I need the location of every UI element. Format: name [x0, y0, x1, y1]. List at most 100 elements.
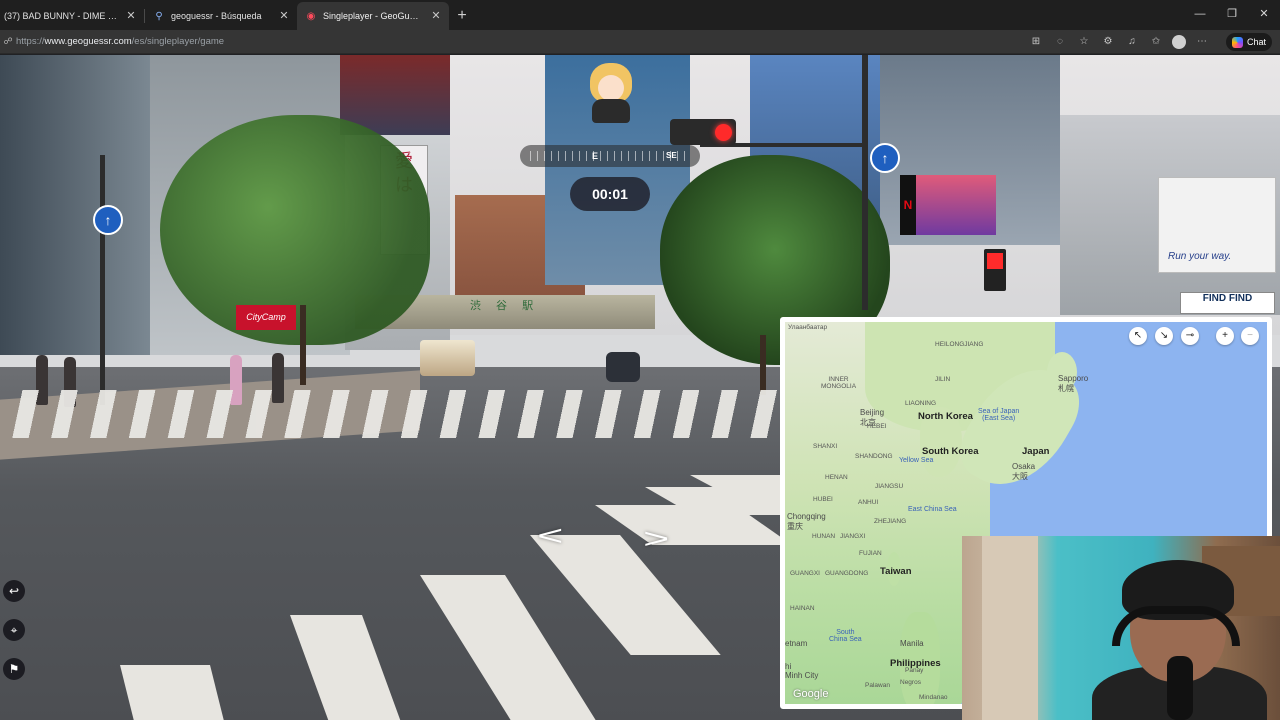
window-controls: — ❐ ✕ — [1184, 0, 1280, 28]
move-right-arrow-icon[interactable]: > — [643, 523, 669, 555]
map-label: Osaka 大阪 — [1012, 462, 1036, 481]
map-label: HUNAN — [812, 533, 836, 540]
favorites-icon[interactable]: ✩ — [1148, 34, 1164, 50]
map-label: Japan — [1022, 446, 1050, 457]
favorite-icon[interactable]: ☆ — [1076, 34, 1092, 50]
map-label: LIAONING — [905, 400, 937, 407]
map-label: etnam — [785, 639, 808, 648]
undo-icon: ↩ — [8, 584, 20, 598]
map-label: GUANGDONG — [825, 570, 869, 577]
map-label: Manila — [900, 639, 924, 648]
pole — [100, 155, 105, 405]
store-sign: CityCamp — [236, 305, 296, 330]
map-expand-icon[interactable]: ↖ — [1129, 327, 1147, 345]
map-shrink-icon[interactable]: ↘ — [1155, 327, 1173, 345]
webcam-background-door — [982, 536, 1038, 720]
restore-icon[interactable]: ❐ — [1216, 0, 1248, 28]
read-aloud-icon[interactable]: ◌ — [1052, 34, 1068, 50]
map-label: HUBEI — [813, 496, 833, 503]
zoom-in-icon[interactable]: + — [1216, 327, 1234, 345]
map-label: Sapporo 札幌 — [1058, 374, 1089, 393]
billboard — [916, 175, 996, 235]
close-tab-icon[interactable]: ✕ — [124, 9, 138, 23]
map-label: North Korea — [918, 411, 973, 422]
car — [606, 352, 640, 382]
tab-title: geoguessr - Búsqueda — [171, 11, 262, 21]
address-actions: ⊞ ◌ ☆ ⚙ ♫ ✩ ⋯ — [1028, 34, 1210, 50]
more-icon[interactable]: ⋯ — [1194, 34, 1210, 50]
map-label: SHANDONG — [855, 453, 893, 460]
map-label: South China Sea — [829, 629, 862, 643]
map-label: Sea of Japan (East Sea) — [978, 408, 1020, 422]
address-bar[interactable]: ☍ https://www.geoguessr.com/es/singlepla… — [0, 30, 1280, 54]
map-label: Palawan — [865, 682, 890, 689]
map-label: Улаанбаатар — [788, 324, 828, 331]
map-label: Yellow Sea — [899, 457, 934, 464]
map-label: Mindanao — [919, 694, 948, 701]
map-label: HENAN — [825, 474, 848, 481]
map-label: HEILONGJIANG — [935, 341, 984, 348]
new-tab-button[interactable]: + — [449, 2, 475, 30]
map-label: FUJIAN — [859, 550, 882, 557]
close-tab-icon[interactable]: ✕ — [429, 9, 443, 23]
map-label: Negros — [900, 679, 921, 686]
webcam-overlay — [962, 536, 1280, 720]
tab-title: Singleplayer - GeoGuessr — [323, 11, 423, 21]
compass-label-e: E — [592, 151, 599, 161]
move-left-arrow-icon[interactable]: < — [537, 520, 563, 552]
map-label: South Korea — [922, 446, 979, 457]
tab-geoguessr[interactable]: ◉ Singleplayer - GeoGuessr ✕ — [297, 2, 449, 30]
browser-tab-bar: (37) BAD BUNNY - DIME SI TE ACUERDAS ✕ ⚲… — [0, 0, 1280, 30]
app-icon[interactable]: ⊞ — [1028, 34, 1044, 50]
location-pin-icon: ◉ — [306, 10, 316, 22]
bridge-sign: 渋 谷 駅 — [470, 300, 540, 312]
tab-music[interactable]: (37) BAD BUNNY - DIME SI TE ACUERDAS ✕ — [0, 2, 144, 30]
map-label: GUANGXI — [790, 570, 820, 577]
return-to-start-button[interactable]: ↩ — [3, 580, 25, 602]
round-timer: 00:01 — [570, 177, 650, 211]
minimize-icon[interactable]: — — [1184, 0, 1216, 28]
bus — [420, 340, 475, 376]
url-prefix: https:// — [16, 36, 45, 47]
tab-search[interactable]: ⚲ geoguessr - Búsqueda ✕ — [145, 2, 297, 30]
close-window-icon[interactable]: ✕ — [1248, 0, 1280, 28]
player-avatar-body — [592, 99, 630, 123]
flag-button[interactable]: ⚑ — [3, 658, 25, 680]
findfind-sign: FIND FIND — [1180, 292, 1275, 314]
map-label: Taiwan — [880, 566, 912, 577]
pole — [862, 55, 868, 310]
zoom-out-icon[interactable]: − — [1241, 327, 1259, 345]
url-field[interactable]: https://www.geoguessr.com/es/singleplaye… — [16, 36, 224, 47]
copilot-chat-button[interactable]: Chat — [1225, 33, 1272, 51]
flag-icon: ⚑ — [8, 662, 20, 676]
billboard-tagline: Run your way. — [1168, 251, 1232, 262]
extensions-icon[interactable]: ⚙ — [1100, 34, 1116, 50]
player-avatar-face — [598, 75, 624, 101]
copilot-icon — [1231, 36, 1243, 48]
map-label: ANHUI — [858, 499, 879, 506]
close-tab-icon[interactable]: ✕ — [277, 9, 291, 23]
map-label: hi Minh City — [785, 662, 819, 680]
media-icon[interactable]: ♫ — [1124, 34, 1140, 50]
profile-avatar[interactable] — [1172, 35, 1186, 49]
crosswalk-stripe — [120, 665, 228, 720]
compass-label-se: SE — [666, 151, 677, 160]
lock-icon[interactable]: ☍ — [0, 36, 16, 47]
tab-title: (37) BAD BUNNY - DIME SI TE ACUERDAS — [4, 11, 118, 21]
pin-icon: ⌖ — [10, 623, 18, 637]
checkpoint-button[interactable]: ⌖ — [3, 619, 25, 641]
tree-trunk — [760, 335, 766, 395]
netflix-logo: N — [900, 175, 916, 235]
map-label: ZHEJIANG — [874, 518, 907, 525]
map-label: JILIN — [935, 376, 951, 383]
map-label: INNER MONGOLIA — [821, 376, 857, 390]
map-label: Chongqing 重庆 — [787, 512, 826, 531]
map-pin-icon[interactable]: ⊸ — [1181, 327, 1199, 345]
google-logo: Google — [793, 688, 829, 700]
building — [0, 55, 160, 355]
map-label: JIANGXI — [840, 533, 866, 540]
map-label: HEBEI — [867, 423, 887, 430]
pedestrian-red-icon — [987, 253, 1003, 269]
map-label: JIANGSU — [875, 483, 904, 490]
street-view-panorama[interactable]: 渋 谷 駅 愛 は ↑ ↑ CityCamp N Run your way. F… — [0, 55, 1280, 720]
